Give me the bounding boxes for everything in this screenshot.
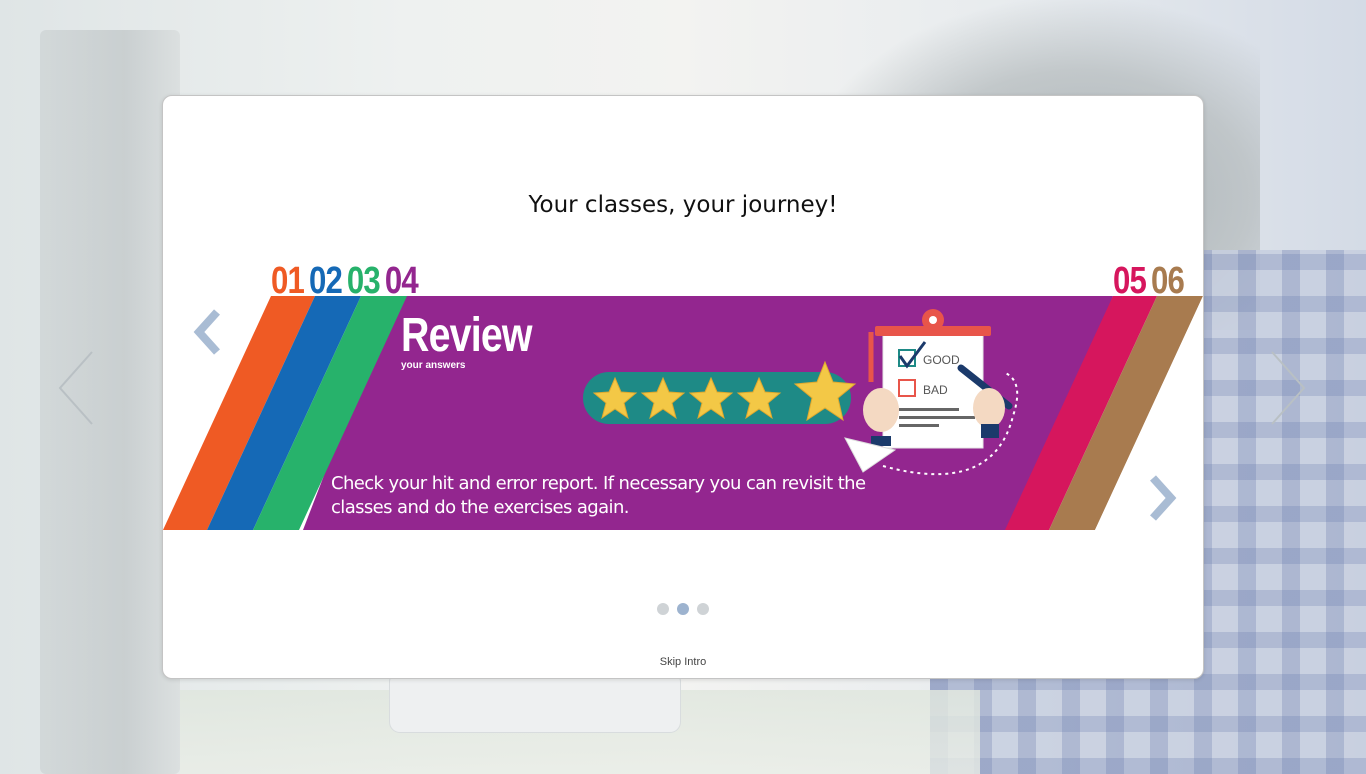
chevron-right-icon [1271, 351, 1306, 425]
outer-prev-button[interactable] [56, 348, 96, 428]
background-keyboard [390, 672, 680, 732]
svg-text:BAD: BAD [923, 383, 948, 397]
slide-description: Check your hit and error report. If nece… [331, 473, 866, 518]
intro-title: Your classes, your journey! [528, 192, 838, 218]
svg-text:GOOD: GOOD [923, 353, 960, 367]
chevron-left-icon [58, 351, 93, 425]
slide-prev-button[interactable] [189, 308, 225, 361]
pagination-dot-1[interactable] [657, 603, 669, 615]
slide-next-button[interactable] [1145, 474, 1181, 527]
slide-heading: Review [401, 309, 533, 362]
outer-next-button[interactable] [1268, 348, 1308, 428]
pagination-dot-3[interactable] [697, 603, 709, 615]
chevron-left-icon [193, 309, 220, 355]
slide-subheading: your answers [401, 360, 466, 371]
pagination [657, 603, 709, 615]
skip-intro-link[interactable]: Skip Intro [163, 656, 1203, 668]
chevron-right-icon [1150, 475, 1177, 521]
pagination-dot-2[interactable] [677, 603, 689, 615]
intro-dialog: Your classes, your journey! 01 02 03 04 05 0… [162, 95, 1204, 679]
